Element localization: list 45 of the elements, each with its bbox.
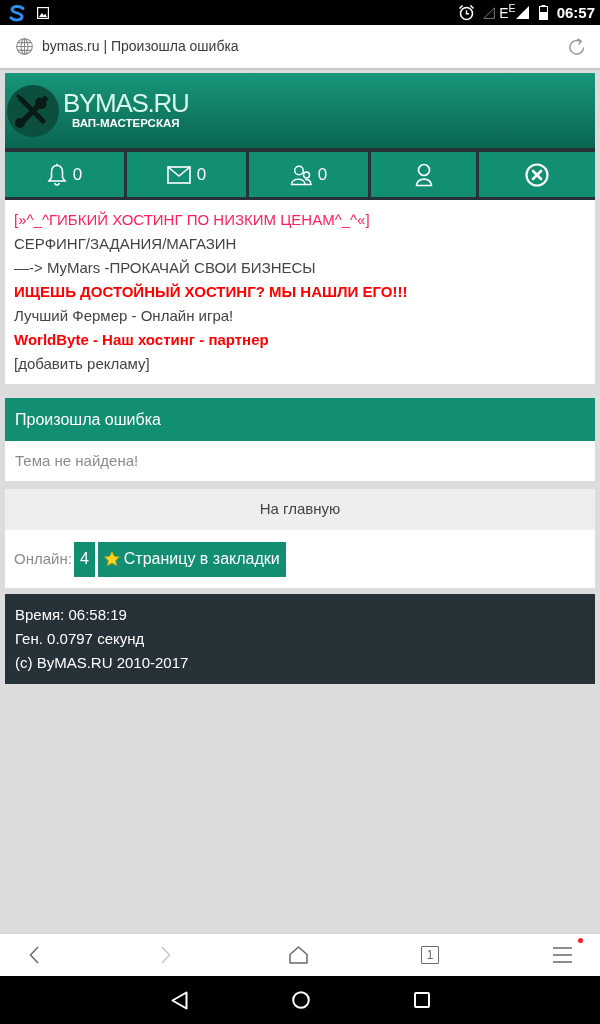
ad-link[interactable]: СЕРФИНГ/ЗАДАНИЯ/МАГАЗИН [14,232,237,256]
signal-icon [483,6,496,19]
ad-link[interactable]: [добавить рекламу] [14,352,150,376]
notifications-button[interactable]: 0 [5,152,124,197]
logo-title: BYMAS.RU [63,89,189,117]
ad-link[interactable]: WorldByte - Наш хостинг - партнер [14,328,269,352]
bookmark-button[interactable]: Страницу в закладки [97,541,286,577]
ad-link[interactable]: —-> MyMars -ПРОКАЧАЙ СВОИ БИЗНЕСЫ [14,256,316,280]
page-title[interactable]: bymas.ru | Произошла ошибка [42,36,239,57]
signal-icon [515,6,529,19]
tabs-button[interactable]: 1 [421,946,439,964]
envelope-icon [166,165,191,184]
user-icon [414,162,433,187]
bell-icon [46,163,67,186]
recents-square-icon[interactable] [413,992,430,1008]
logout-button[interactable] [479,152,595,197]
messages-button[interactable]: 0 [127,152,246,197]
footer-line: Ген. 0.0797 секунд [15,629,145,649]
online-count: 4 [73,541,95,577]
error-message: Тема не найдена! [15,450,139,471]
users-icon [289,163,312,186]
online-label: Онлайн: [14,548,72,569]
reload-icon[interactable] [568,37,586,56]
image-icon [37,6,49,19]
ad-link[interactable]: ИЩЕШЬ ДОСТОЙНЫЙ ХОСТИНГ? МЫ НАШЛИ ЕГО!!! [14,280,408,304]
back-triangle-icon[interactable] [170,990,188,1010]
home-link[interactable]: На главную [5,489,595,530]
battery-icon [538,5,548,20]
ad-link[interactable]: Лучший Фермер - Онлайн игра! [14,304,234,328]
profile-button[interactable] [371,152,476,197]
ad-link[interactable]: [»^_^ГИБКИЙ ХОСТИНГ ПО НИЗКИМ ЦЕНАМ^_^«] [14,208,370,232]
home-circle-icon[interactable] [291,991,310,1009]
footer-line: (c) ByMAS.RU 2010-2017 [15,653,189,673]
network-type: E$^{E}$ [499,5,516,20]
star-icon [103,551,120,567]
clock-time: 06:57 [556,5,595,20]
globe-icon [16,38,33,55]
friends-button[interactable]: 0 [249,152,368,197]
alarm-clock-icon [458,4,476,21]
close-circle-icon [525,162,549,187]
error-title: Произошла ошибка [15,409,161,430]
s-logo-icon [8,3,26,22]
footer-line: Время: 06:58:19 [15,605,127,625]
logo-subtitle: ВАП-МАСТЕРСКАЯ [71,116,180,130]
wrench-screwdriver-logo-icon [7,84,59,137]
